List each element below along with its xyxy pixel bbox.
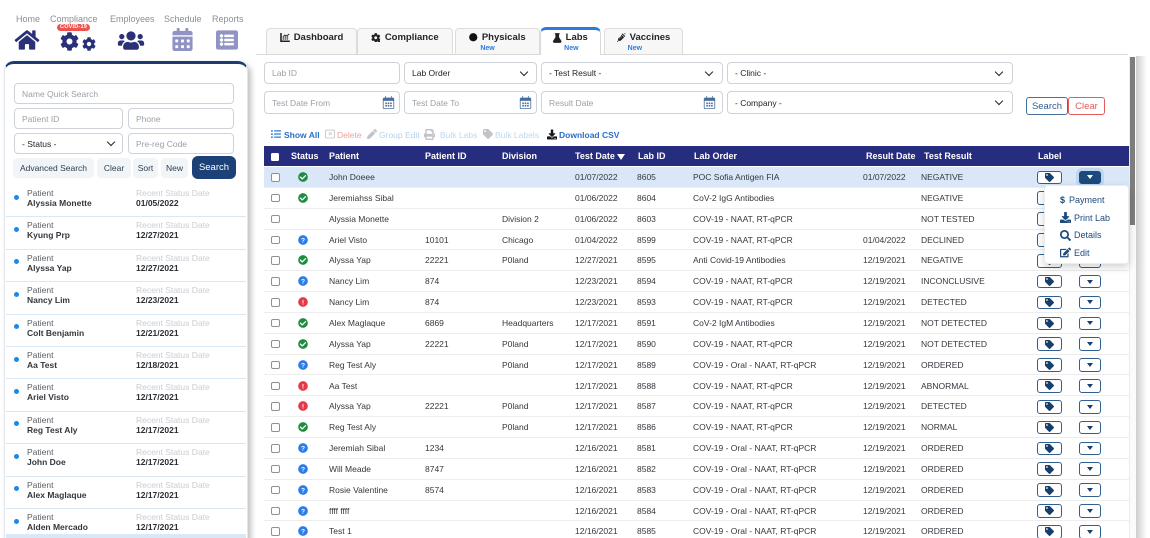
svg-text:?: ? <box>301 487 305 494</box>
svg-text:?: ? <box>301 529 305 536</box>
svg-text:?: ? <box>301 508 305 515</box>
svg-text:!: ! <box>302 404 304 411</box>
svg-text:!: ! <box>302 299 304 306</box>
svg-text:!: ! <box>302 383 304 390</box>
svg-text:?: ? <box>301 466 305 473</box>
svg-text:?: ? <box>301 279 305 286</box>
svg-text:?: ? <box>301 445 305 452</box>
svg-text:?: ? <box>301 237 305 244</box>
svg-text:?: ? <box>301 362 305 369</box>
